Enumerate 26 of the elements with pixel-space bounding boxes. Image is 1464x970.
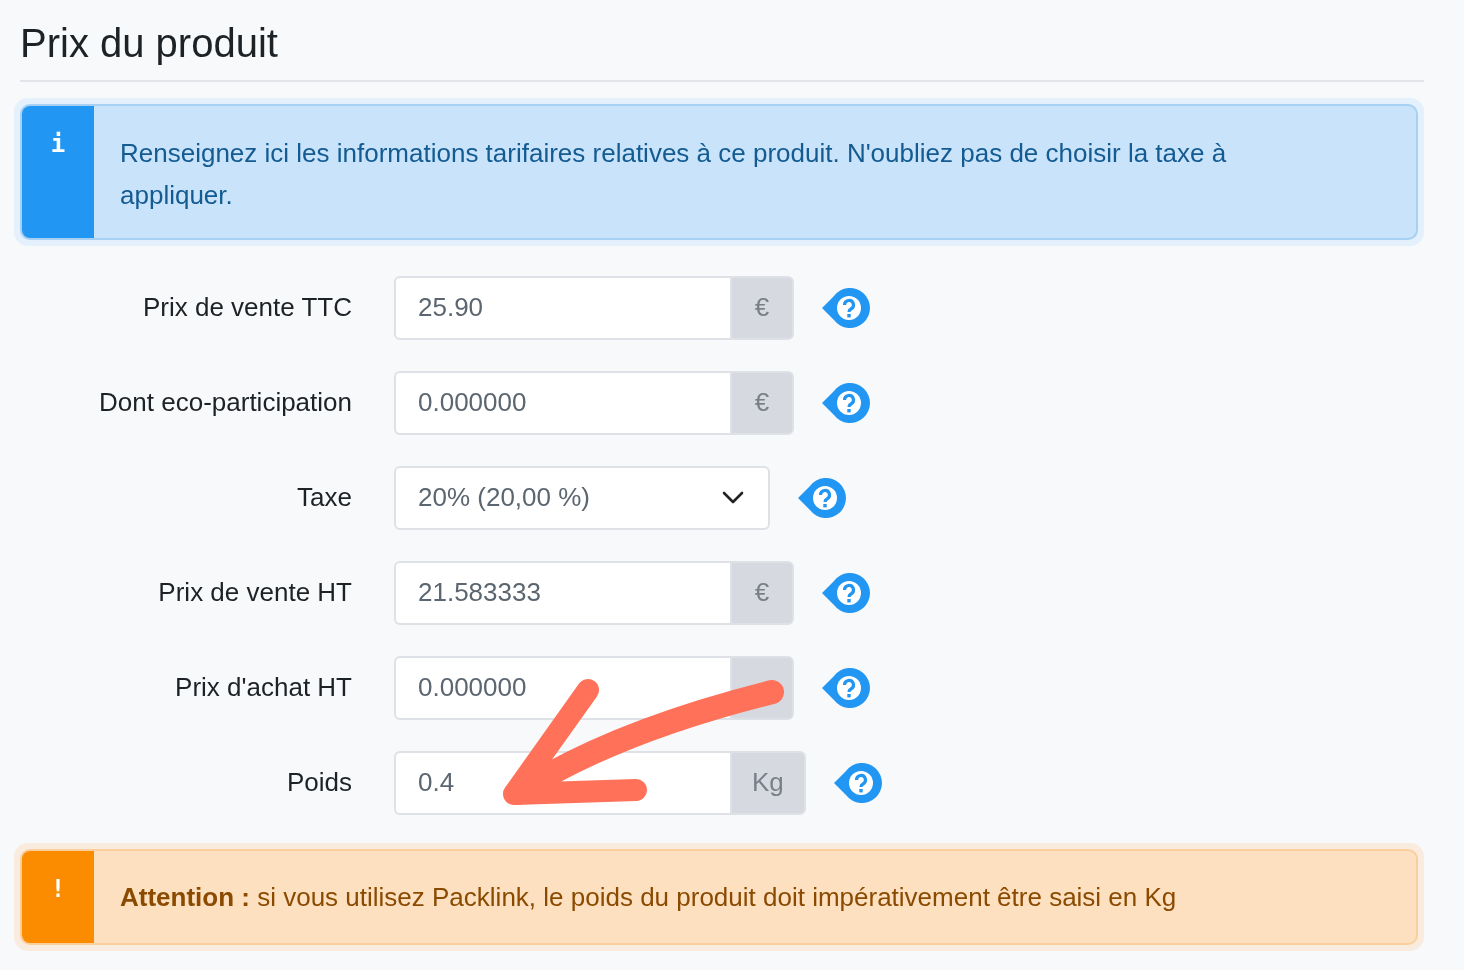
chevron-down-icon xyxy=(722,490,744,505)
input-field[interactable]: 21.583333 xyxy=(394,560,730,625)
info-icon: i xyxy=(50,132,66,156)
field-label: Dont eco-participation xyxy=(98,387,352,418)
field-label: Taxe xyxy=(296,482,352,513)
warning-icon: ! xyxy=(50,877,66,901)
input-field[interactable]: 0.000000 xyxy=(394,655,730,720)
field-label: Prix d'achat HT xyxy=(174,672,352,703)
help-icon[interactable] xyxy=(796,476,846,519)
unit-addon: € xyxy=(730,275,794,340)
help-icon[interactable] xyxy=(820,571,870,614)
input-field[interactable]: 25.90 xyxy=(394,275,730,340)
unit-addon: Kg xyxy=(730,750,806,815)
help-icon[interactable] xyxy=(820,381,870,424)
tax-dropdown[interactable]: 20% (20,00 %) xyxy=(394,465,770,530)
field-label: Prix de vente TTC xyxy=(141,292,352,323)
alert-message: Attention : si vous utilisez Packlink, le poids du produit doit impérativement être saisi en Kg xyxy=(119,881,1178,914)
help-icon[interactable] xyxy=(820,286,870,329)
field-label: Prix de vente HT xyxy=(157,577,352,608)
unit-addon: € xyxy=(730,560,794,625)
field-label: Poids xyxy=(285,767,352,798)
unit-addon: € xyxy=(730,370,794,435)
help-icon[interactable] xyxy=(820,666,870,709)
input-field[interactable]: 0.000000 xyxy=(394,370,730,435)
section-title: Prix du produit xyxy=(20,20,279,67)
alert-message: Renseignez ici les informations tarifaires relatives à ce produit. N'oubliez pas de choisir la taxe à appliquer. xyxy=(119,137,1228,212)
